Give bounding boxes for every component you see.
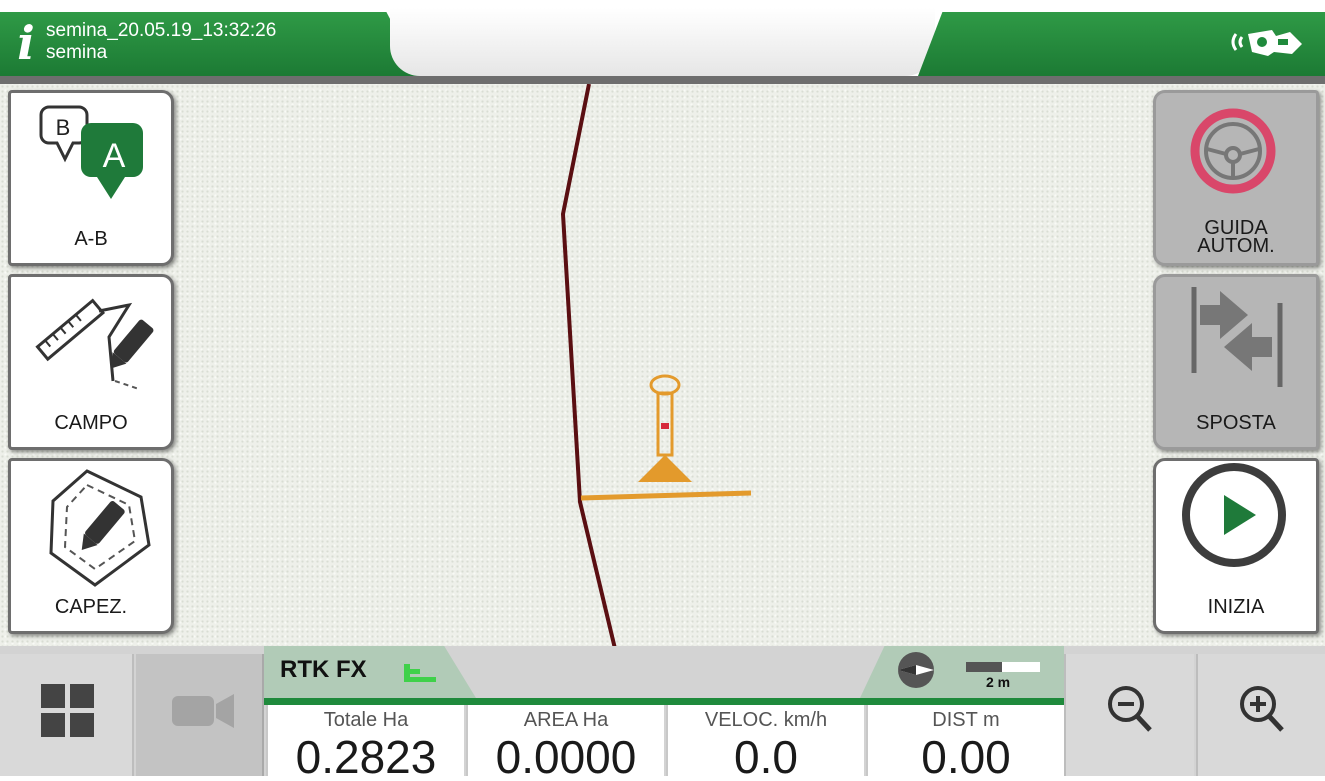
track-layer (560, 84, 752, 646)
start-label: INIZIA (1207, 596, 1265, 618)
info-icon[interactable]: i (12, 18, 40, 68)
top-bar: i semina_20.05.19_13:32:26 semina (0, 0, 1325, 84)
readout-value: 0.0000 (495, 731, 637, 776)
readout-value: 0.00 (921, 731, 1011, 776)
compass-icon (898, 652, 1040, 688)
svg-text:A: A (103, 137, 126, 175)
readout-label: DIST m (932, 709, 1000, 731)
speed-readout: VELOC. km/h 0.0 (666, 705, 864, 776)
tractor-implement-icon (580, 374, 752, 501)
header-center-panel (390, 8, 935, 76)
area-readout: AREA Ha 0.0000 (466, 705, 664, 776)
job-file-name: semina_20.05.19_13:32:26 (46, 20, 277, 41)
signal-quality-icon (404, 664, 436, 682)
steering-wheel-icon (1190, 108, 1276, 194)
readout-label: AREA Ha (523, 709, 609, 731)
shift-line-icon (1191, 287, 1283, 387)
zoom-out-button[interactable] (1064, 654, 1194, 776)
shift-line-label: SPOSTA (1196, 412, 1276, 434)
job-type: semina (46, 42, 108, 63)
start-button[interactable]: INIZIA (1153, 458, 1319, 634)
gnss-signal-icon[interactable] (1228, 22, 1308, 62)
readout-label: Totale Ha (323, 709, 409, 731)
ab-line-icon: B A (39, 105, 143, 199)
field-boundary-icon (35, 298, 154, 390)
map-view[interactable] (0, 84, 1325, 646)
svg-text:B: B (56, 115, 71, 140)
field-button[interactable]: CAMPO (8, 274, 174, 450)
menu-grid-button[interactable] (0, 654, 134, 776)
menu-grid-icon (41, 684, 94, 737)
total-area-readout: Totale Ha 0.2823 (266, 705, 464, 776)
shift-line-button[interactable]: SPOSTA (1153, 274, 1319, 450)
auto-steer-label: GUIDA AUTOM. (1197, 217, 1275, 257)
play-icon (1182, 463, 1286, 567)
readout-label: VELOC. km/h (704, 709, 828, 731)
headland-button[interactable]: CAPEZ. (8, 458, 174, 634)
headland-icon (49, 469, 151, 587)
field-label: CAMPO (54, 412, 128, 434)
auto-steer-button[interactable]: GUIDA AUTOM. (1153, 90, 1319, 266)
headland-label: CAPEZ. (54, 596, 128, 618)
zoom-in-button[interactable] (1196, 654, 1325, 776)
camera-icon (172, 694, 234, 728)
header-divider (0, 76, 1325, 84)
recorded-path (560, 84, 617, 646)
distance-readout: DIST m 0.00 (866, 705, 1064, 776)
readout-value: 0.2823 (295, 731, 437, 776)
readout-divider (264, 698, 1064, 705)
ab-line-button[interactable]: B A A-B (8, 90, 174, 266)
gps-status-label: RTK FX (280, 656, 367, 683)
zoom-in-icon (1240, 686, 1284, 732)
camera-button[interactable] (136, 654, 264, 776)
ab-line-label: A-B (74, 228, 108, 250)
zoom-out-icon (1108, 686, 1152, 732)
map-scale-label: 2 m (986, 674, 1011, 690)
readout-value: 0.0 (734, 731, 798, 776)
